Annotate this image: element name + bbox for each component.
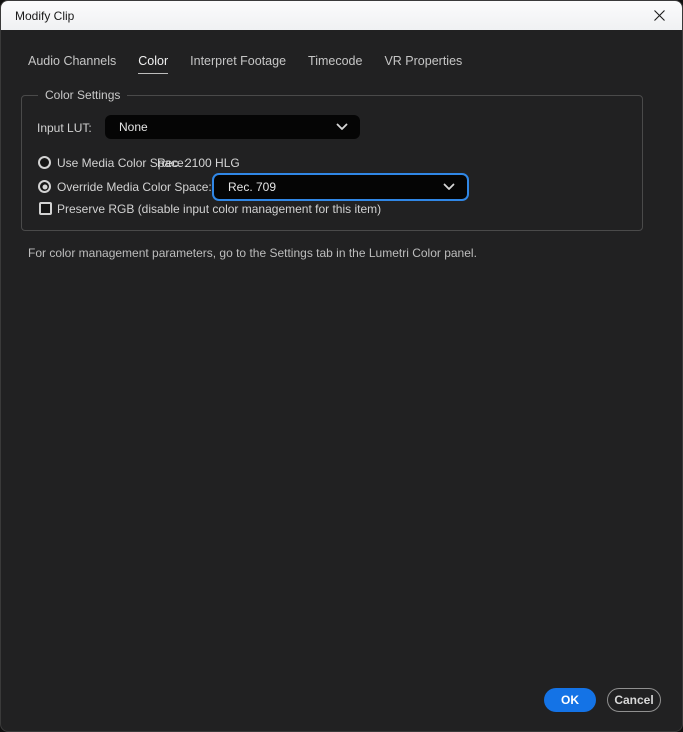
- close-button[interactable]: [636, 1, 682, 30]
- override-color-space-value: Rec. 709: [228, 180, 276, 194]
- override-media-color-space-radio[interactable]: [38, 180, 51, 193]
- tab-interpret-footage[interactable]: Interpret Footage: [190, 54, 286, 74]
- close-icon: [653, 9, 666, 22]
- tab-color[interactable]: Color: [138, 54, 168, 74]
- tab-bar: Audio Channels Color Interpret Footage T…: [28, 54, 462, 74]
- tab-timecode[interactable]: Timecode: [308, 54, 362, 74]
- preserve-rgb-checkbox[interactable]: [39, 202, 52, 215]
- color-management-note: For color management parameters, go to t…: [28, 245, 477, 261]
- modify-clip-dialog: Modify Clip Audio Channels Color Interpr…: [0, 0, 683, 732]
- color-settings-group: Color Settings Input LUT: None Use Media…: [21, 95, 643, 231]
- override-media-color-space-label: Override Media Color Space:: [57, 179, 212, 195]
- use-media-color-space-radio[interactable]: [38, 156, 51, 169]
- ok-button[interactable]: OK: [544, 688, 596, 712]
- color-settings-group-label: Color Settings: [38, 88, 127, 103]
- titlebar: Modify Clip: [1, 1, 682, 30]
- preserve-rgb-label: Preserve RGB (disable input color manage…: [57, 201, 381, 217]
- override-color-space-dropdown[interactable]: Rec. 709: [212, 173, 469, 201]
- chevron-down-icon: [336, 123, 348, 131]
- input-lut-value: None: [119, 120, 148, 134]
- input-lut-dropdown[interactable]: None: [105, 115, 360, 139]
- window-title: Modify Clip: [15, 9, 74, 23]
- tab-audio-channels[interactable]: Audio Channels: [28, 54, 116, 74]
- use-media-color-space-value: Rec. 2100 HLG: [157, 155, 240, 171]
- input-lut-label: Input LUT:: [37, 120, 92, 136]
- chevron-down-icon: [443, 183, 455, 191]
- tab-vr-properties[interactable]: VR Properties: [384, 54, 462, 74]
- cancel-button[interactable]: Cancel: [607, 688, 661, 712]
